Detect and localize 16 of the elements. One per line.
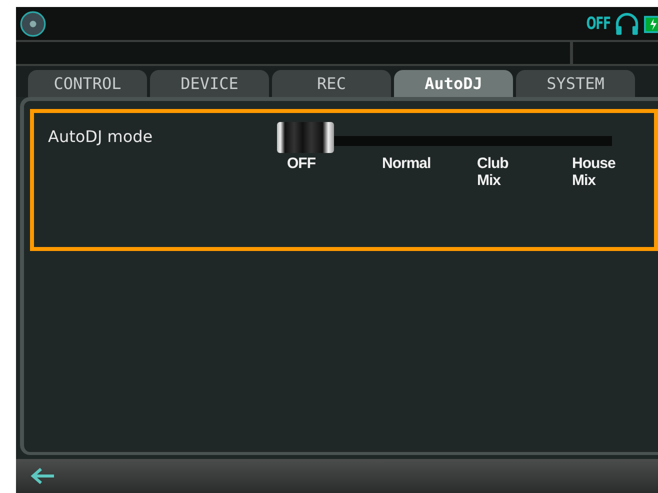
headphone-status: OFF [586,14,611,34]
tab[interactable]: REC [272,70,391,97]
setting-row[interactable]: AutoDJ mode OFF Normal Club Mix House Mix [30,109,658,251]
tab[interactable]: DEVICE [150,70,269,97]
tab[interactable]: AutoDJ [394,70,513,97]
option-label: OFF [287,155,316,174]
disc-icon [20,10,46,36]
option-label: Normal [382,155,432,174]
back-arrow-icon[interactable] [30,467,56,485]
slider-thumb[interactable] [277,122,334,153]
setting-label: AutoDJ mode [48,127,154,148]
option-label: Club Mix [477,155,510,189]
option-label: House Mix [572,155,616,189]
tab[interactable]: CONTROL [28,70,147,97]
tab[interactable]: SYSTEM [516,70,635,97]
headphone-icon [614,10,640,36]
